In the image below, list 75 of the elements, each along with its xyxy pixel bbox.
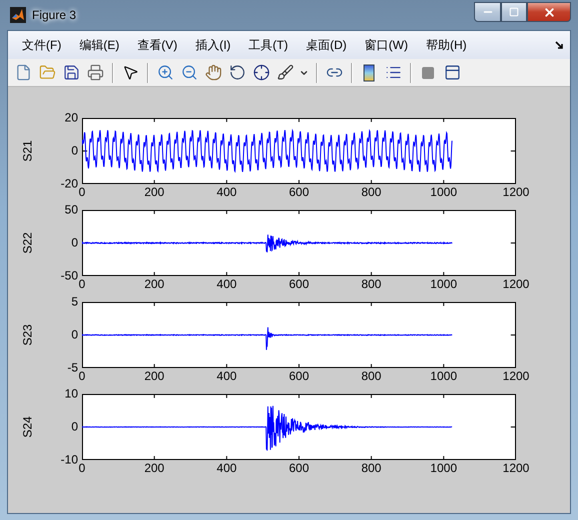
menu-item[interactable]: 插入(I) <box>187 34 241 56</box>
tick-label: 800 <box>361 462 382 475</box>
close-icon <box>542 6 556 18</box>
tick-label: 200 <box>144 370 164 383</box>
close-button[interactable] <box>527 2 571 22</box>
colorbar-icon <box>363 64 375 82</box>
menu-item[interactable]: 文件(F) <box>14 34 72 56</box>
tick-label: -10 <box>60 454 78 466</box>
axis-label: S24 <box>21 416 35 438</box>
tick-label: 1200 <box>502 370 530 383</box>
tick-label: 1200 <box>502 462 530 475</box>
folder-icon <box>38 64 56 81</box>
tick-label: 1200 <box>502 278 530 291</box>
tick-label: 0 <box>78 186 86 199</box>
tick-label: 0 <box>71 236 78 250</box>
hand-icon <box>204 64 222 81</box>
tick-label: 400 <box>216 370 237 383</box>
rotate-icon <box>228 64 246 81</box>
tick-label: 600 <box>288 370 310 383</box>
tick-label: 20 <box>64 112 78 124</box>
menu-item[interactable]: 窗口(W) <box>356 34 418 56</box>
tick-label: 0 <box>71 420 78 434</box>
axis-label: S23 <box>21 324 35 346</box>
file-icon <box>14 64 32 81</box>
tick-label: 200 <box>144 186 164 199</box>
tick-label: 1000 <box>430 370 457 383</box>
tick-label: -50 <box>60 270 78 282</box>
pointer-icon <box>122 64 138 81</box>
tick-label: 600 <box>288 186 310 199</box>
tick-label: -5 <box>67 362 78 374</box>
panel-icon <box>444 64 460 81</box>
tick-label: 0 <box>78 370 86 383</box>
printer-icon <box>86 64 104 81</box>
zoom-in-icon <box>156 64 174 81</box>
menu-item[interactable]: 编辑(E) <box>71 34 130 56</box>
tick-label: 1200 <box>502 186 530 199</box>
tick-label: 0 <box>71 328 78 342</box>
tick-label: 5 <box>71 296 78 308</box>
dock-arrow-icon[interactable] <box>555 40 564 50</box>
tick-label: 50 <box>64 204 78 216</box>
maximize-button[interactable] <box>501 2 527 22</box>
tick-label: -20 <box>60 178 78 190</box>
tick-label: 10 <box>64 388 78 400</box>
tick-label: 400 <box>216 462 237 475</box>
tick-label: 800 <box>361 370 382 383</box>
tick-label: 600 <box>288 462 310 475</box>
tick-label: 600 <box>288 278 310 291</box>
window-title: Figure 3 <box>32 8 78 22</box>
tick-label: 0 <box>78 278 86 291</box>
crosshair-icon <box>252 64 270 81</box>
tick-label: 200 <box>144 462 164 475</box>
axis-label: S21 <box>21 140 35 162</box>
brush-icon <box>276 64 294 81</box>
menu-item[interactable]: 查看(V) <box>129 34 188 56</box>
minimize-button[interactable] <box>474 2 501 22</box>
tick-label: 200 <box>144 278 164 291</box>
menu-item[interactable]: 工具(T) <box>240 34 298 56</box>
axis-label: S22 <box>21 232 35 254</box>
legend-icon <box>384 64 402 81</box>
tick-label: 800 <box>361 186 382 199</box>
menu-item[interactable]: 帮助(H) <box>418 34 477 56</box>
app-logo-icon <box>10 7 26 23</box>
zoom-out-icon <box>180 64 198 81</box>
square-icon <box>421 66 435 80</box>
tick-label: 1000 <box>430 462 457 475</box>
tick-label: 400 <box>216 278 237 291</box>
tick-label: 1000 <box>430 186 457 199</box>
menu-item[interactable]: 桌面(D) <box>298 34 357 56</box>
tick-label: 800 <box>361 278 382 291</box>
tick-label: 0 <box>71 144 78 158</box>
tick-label: 1000 <box>430 278 457 291</box>
save-icon <box>62 64 80 81</box>
tick-label: 0 <box>78 462 86 475</box>
maximize-icon <box>509 7 519 17</box>
tick-label: 400 <box>216 186 237 199</box>
